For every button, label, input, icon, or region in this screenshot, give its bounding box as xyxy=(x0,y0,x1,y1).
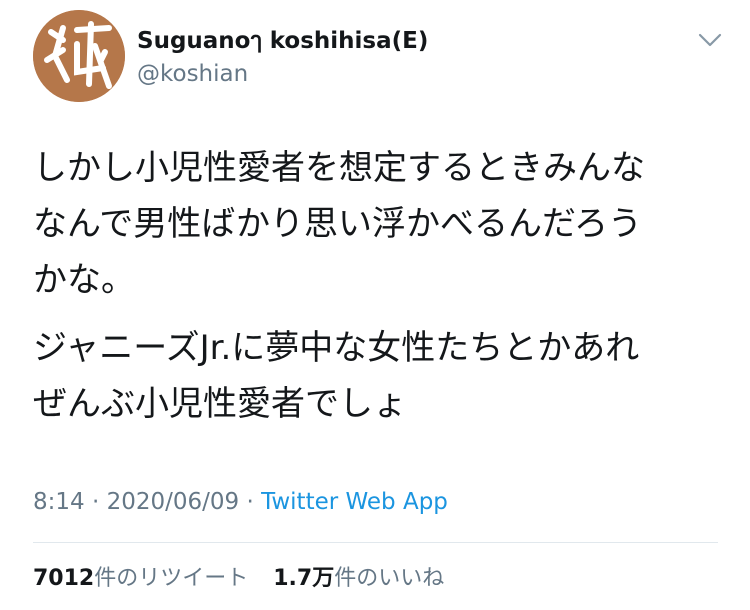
display-name[interactable]: Suguanoๅ koshihisa(E) xyxy=(137,26,428,56)
user-handle[interactable]: @koshian xyxy=(137,60,248,88)
likes-count: 1.7万 xyxy=(273,566,335,591)
retweets-stat[interactable]: 7012件のリツイート xyxy=(33,565,248,593)
tweet-meta: 8:14 · 2020/06/09 · Twitter Web App xyxy=(33,487,448,517)
tweet-paragraph: しかし小児性愛者を想定するときみんな なんで男性ばかり思い浮かべるんだろう かな… xyxy=(33,148,645,300)
meta-separator: · xyxy=(246,489,254,515)
tweet-stats: 7012件のリツイート 1.7万件のいいね xyxy=(33,565,444,593)
retweets-label: 件のリツイート xyxy=(94,566,249,591)
tweet-source-link[interactable]: Twitter Web App xyxy=(261,489,448,515)
tweet-date[interactable]: 2020/06/09 xyxy=(107,489,240,515)
avatar[interactable] xyxy=(33,10,125,102)
tweet-paragraph: ジャニーズJr.に夢中な女性たちとかあれ ぜんぶ小児性愛者でしょ xyxy=(33,328,640,424)
likes-label: 件のいいね xyxy=(334,566,445,591)
divider xyxy=(33,542,718,543)
fox-kanji-avatar-icon xyxy=(33,10,125,102)
chevron-down-icon[interactable] xyxy=(696,30,724,50)
tweet-detail: Suguanoๅ koshihisa(E) @koshian しかし小児性愛者を… xyxy=(0,0,750,610)
retweets-count: 7012 xyxy=(33,566,95,591)
meta-separator: · xyxy=(91,489,100,515)
tweet-time[interactable]: 8:14 xyxy=(33,489,85,515)
likes-stat[interactable]: 1.7万件のいいね xyxy=(273,565,444,593)
tweet-text: しかし小児性愛者を想定するときみんな なんで男性ばかり思い浮かべるんだろう かな… xyxy=(33,140,723,432)
